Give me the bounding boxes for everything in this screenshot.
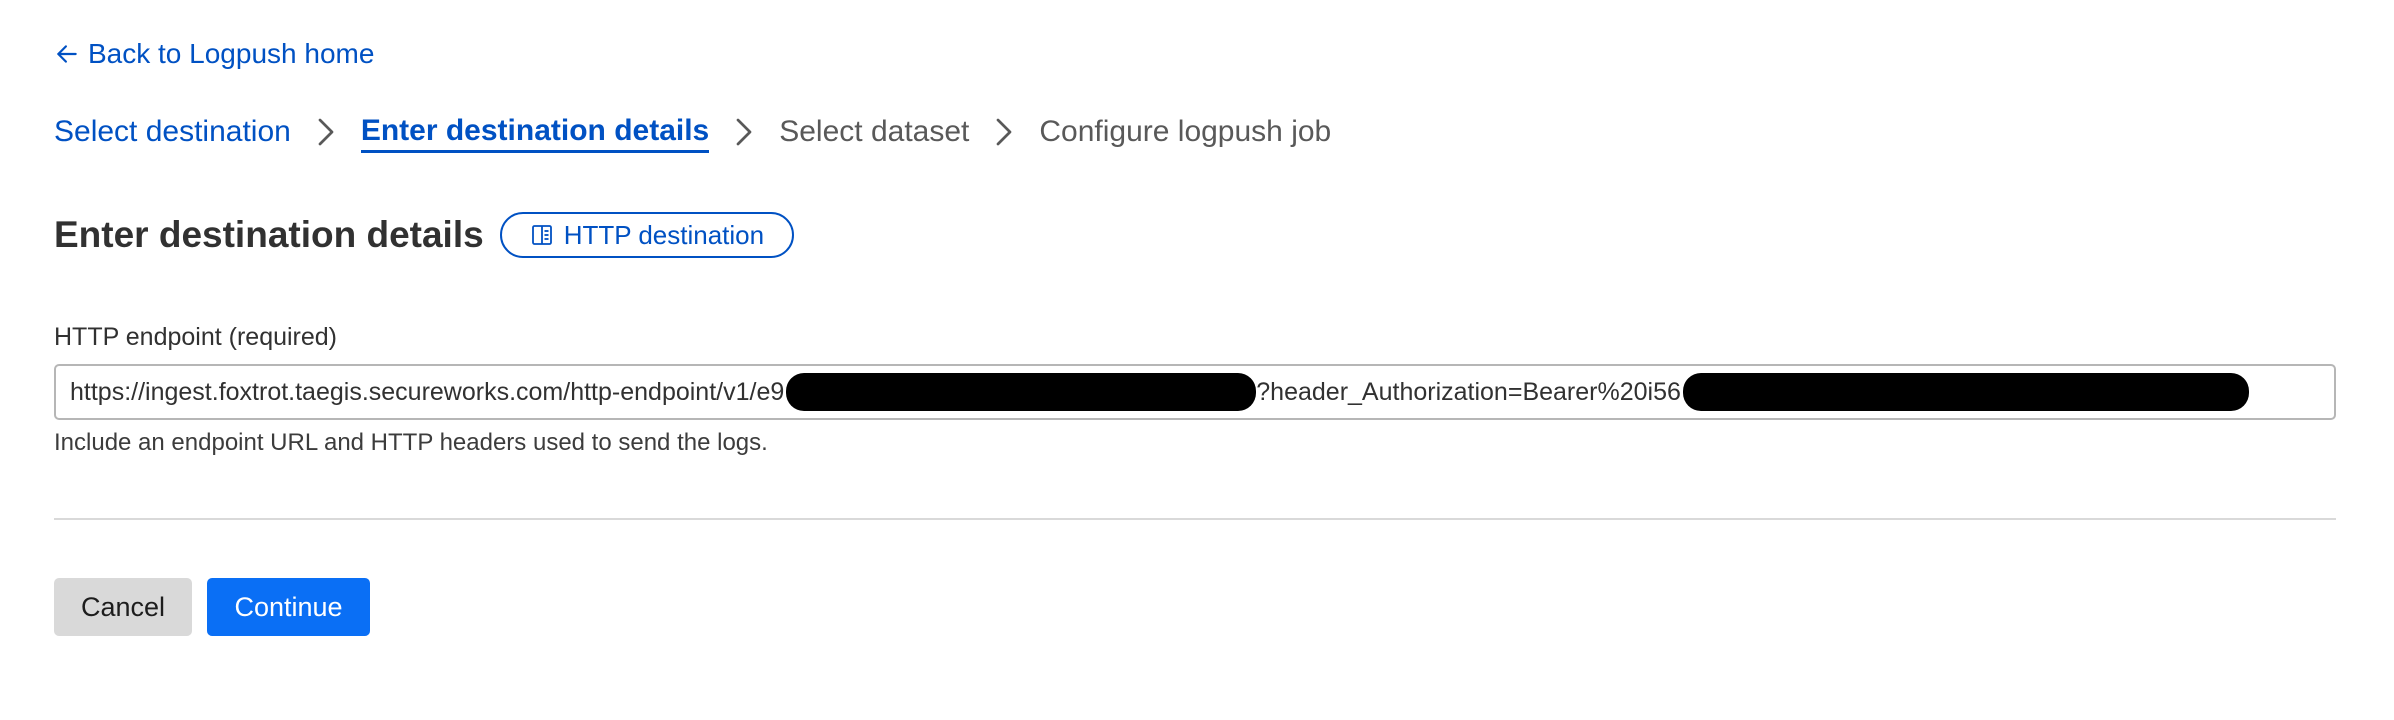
endpoint-value-part-2: ?header_Authorization=Bearer%20i56 bbox=[1256, 377, 1681, 406]
chevron-right-icon bbox=[709, 117, 779, 147]
http-endpoint-label: HTTP endpoint (required) bbox=[54, 323, 338, 351]
step-configure-logpush-job: Configure logpush job bbox=[1039, 115, 1332, 148]
back-link-label: Back to Logpush home bbox=[88, 38, 375, 69]
endpoint-help-text: Include an endpoint URL and HTTP headers… bbox=[54, 429, 768, 456]
book-icon bbox=[530, 223, 554, 247]
redaction-block bbox=[786, 373, 1257, 411]
page-title: Enter destination details bbox=[54, 214, 484, 255]
doc-link-label: HTTP destination bbox=[563, 219, 765, 250]
redaction-block bbox=[1682, 373, 2249, 411]
logpush-destination-page: Back to Logpush home Select destination … bbox=[0, 0, 2394, 720]
back-to-logpush-home-link[interactable]: Back to Logpush home bbox=[54, 34, 374, 74]
step-enter-destination-details[interactable]: Enter destination details bbox=[360, 112, 710, 153]
section-divider bbox=[54, 518, 2336, 520]
chevron-right-icon bbox=[291, 117, 361, 147]
wizard-stepper: Select destination Enter destination det… bbox=[54, 110, 1331, 154]
step-select-destination[interactable]: Select destination bbox=[54, 110, 291, 154]
http-endpoint-input[interactable]: https://ingest.foxtrot.taegis.securework… bbox=[54, 364, 2336, 420]
http-destination-doc-link[interactable]: HTTP destination bbox=[499, 212, 795, 258]
chevron-right-icon bbox=[969, 117, 1039, 147]
continue-button[interactable]: Continue bbox=[207, 578, 370, 636]
endpoint-value-part-1: https://ingest.foxtrot.taegis.securework… bbox=[70, 377, 785, 406]
section-header: Enter destination details HTTP destinati… bbox=[54, 210, 795, 260]
step-select-dataset: Select dataset bbox=[779, 115, 970, 148]
cancel-button[interactable]: Cancel bbox=[54, 578, 192, 636]
arrow-left-icon bbox=[54, 41, 80, 67]
